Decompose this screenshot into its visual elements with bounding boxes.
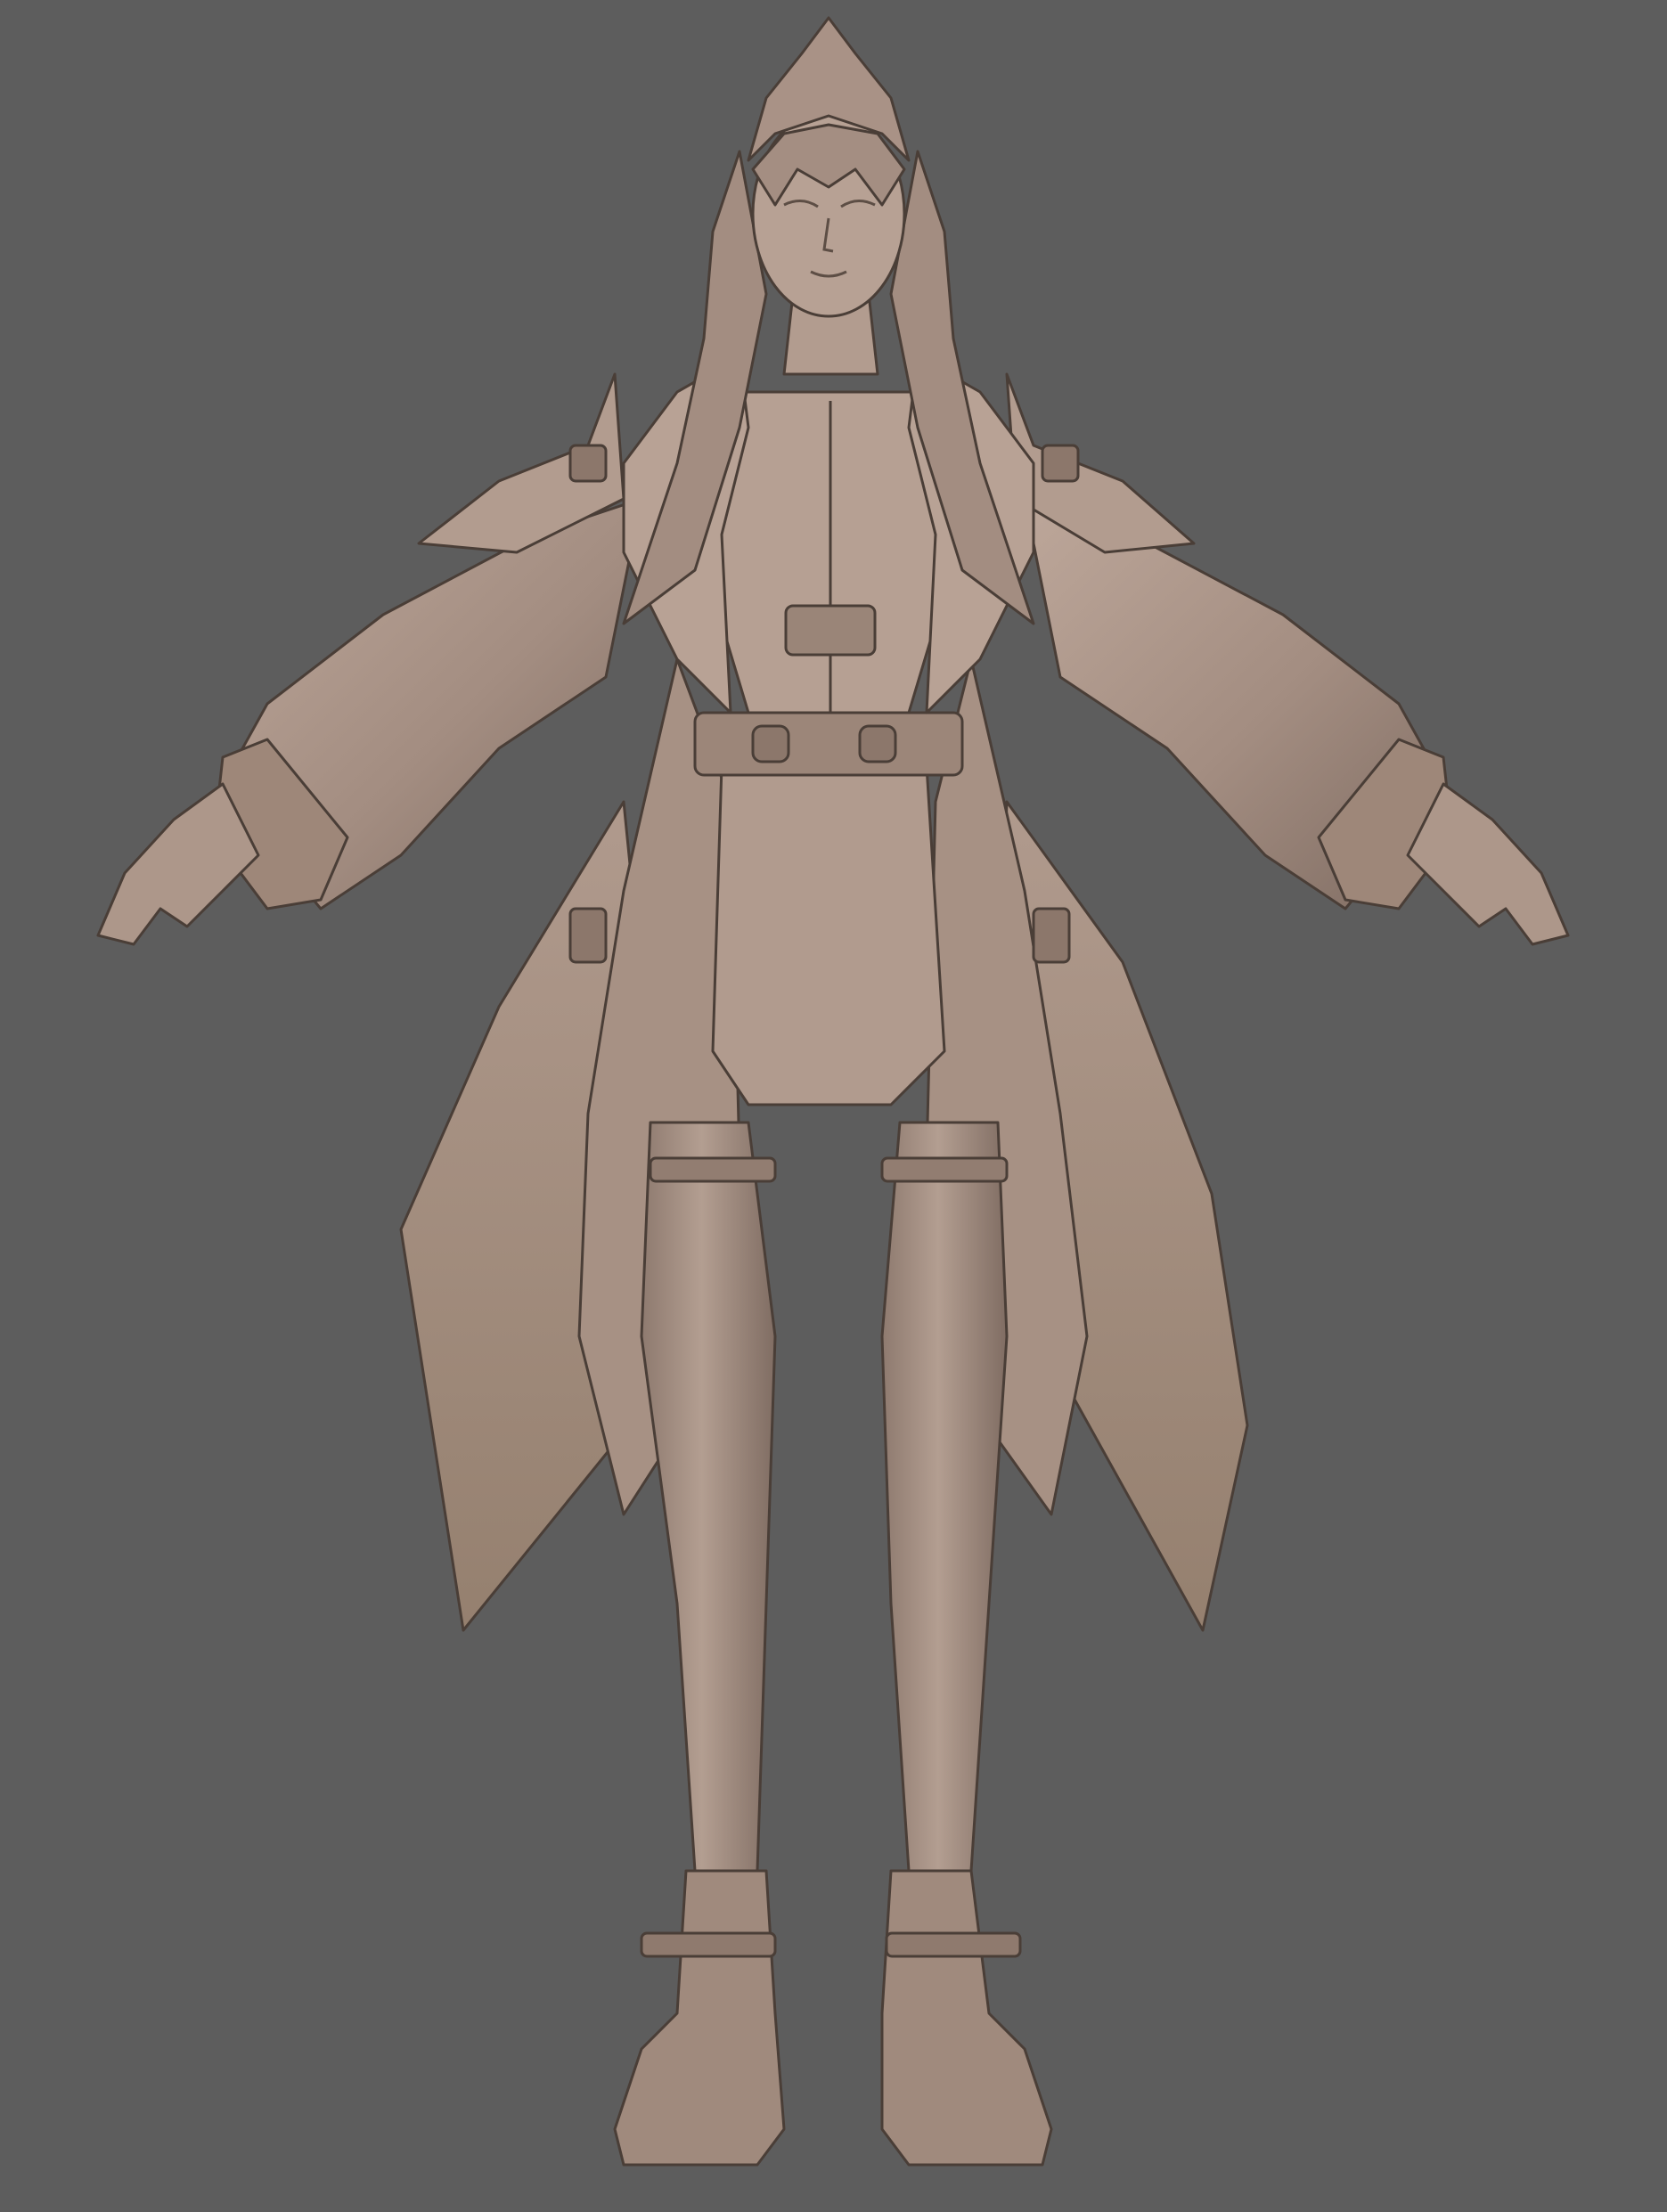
belt-ring-right [858, 724, 897, 763]
torso-bodysuit [711, 390, 946, 714]
waist-belt [693, 711, 964, 777]
right-hip-buckle [1032, 907, 1071, 964]
right-boot-strap [885, 1931, 1022, 1958]
right-shoulder-buckle [1041, 444, 1080, 483]
right-thigh-strap [880, 1156, 1009, 1183]
left-boot-strap [640, 1931, 777, 1958]
left-hip-buckle [568, 907, 608, 964]
chest-buckle [784, 604, 877, 657]
sculpt-render [0, 0, 1667, 2212]
left-shoulder-buckle [568, 444, 608, 483]
belt-ring-left [751, 724, 790, 763]
skirt-panel [711, 764, 946, 1106]
left-thigh-strap [649, 1156, 777, 1183]
3d-viewport [0, 0, 1667, 2212]
